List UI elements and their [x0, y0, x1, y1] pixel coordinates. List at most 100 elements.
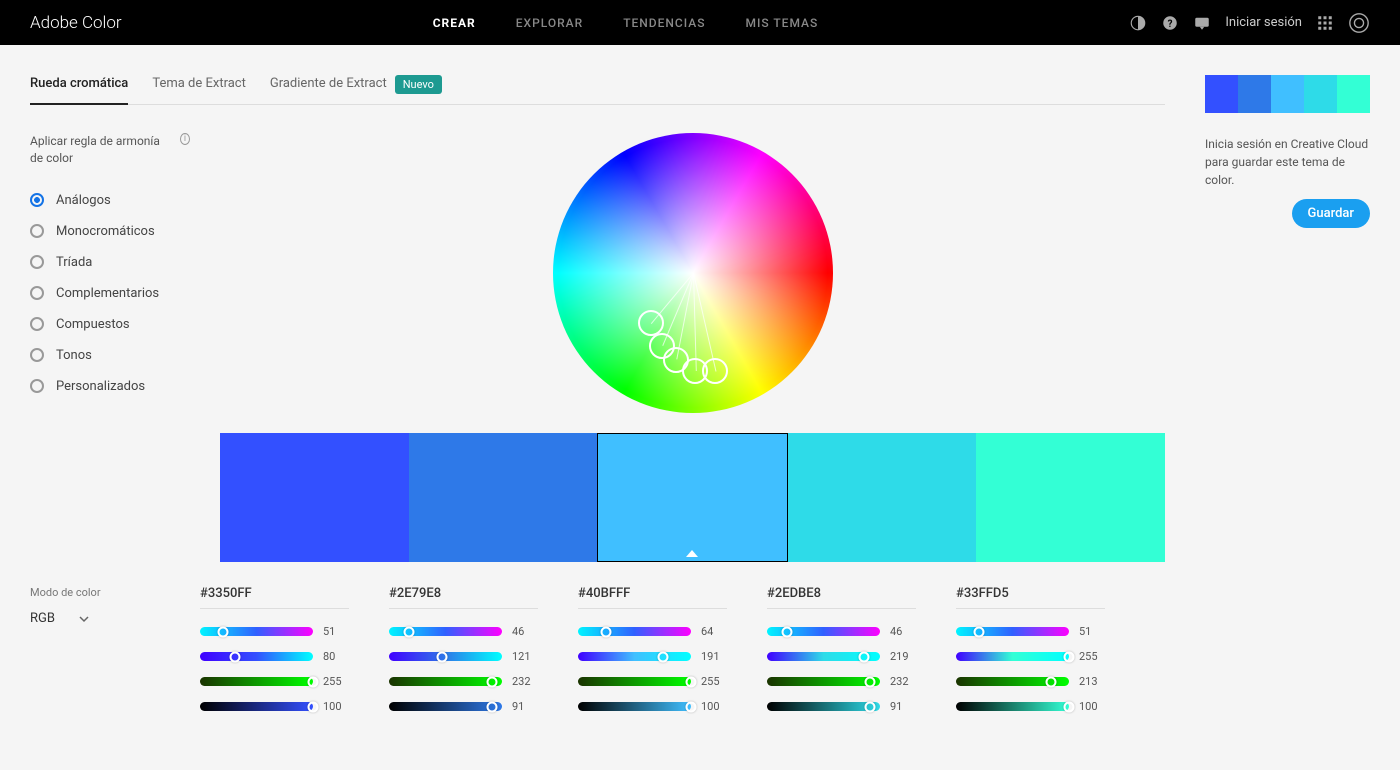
- mode-select[interactable]: RGB: [30, 611, 200, 626]
- slider-value: 46: [512, 625, 538, 638]
- radio-icon: [30, 255, 44, 269]
- slider-1[interactable]: [200, 652, 313, 661]
- theme-icon[interactable]: [1129, 14, 1147, 32]
- preview-swatch: [1205, 75, 1238, 113]
- slider-value: 232: [512, 675, 538, 688]
- slider-value: 255: [1079, 650, 1105, 663]
- slider-2[interactable]: [200, 677, 313, 686]
- radio-icon: [30, 348, 44, 362]
- slider-value: 213: [1079, 675, 1105, 688]
- slider-1[interactable]: [578, 652, 691, 661]
- hex-input[interactable]: #40BFFF: [578, 586, 727, 609]
- slider-value: 51: [323, 625, 349, 638]
- control-col-2: #40BFFF 64 191 255 100: [578, 586, 767, 725]
- radio-icon: [30, 286, 44, 300]
- slider-value: 91: [890, 700, 916, 713]
- nav-mis temas[interactable]: MIS TEMAS: [746, 16, 819, 30]
- slider-1[interactable]: [767, 652, 880, 661]
- slider-value: 121: [512, 650, 538, 663]
- preview-swatch: [1304, 75, 1337, 113]
- slider-3[interactable]: [956, 702, 1069, 711]
- swatch-4[interactable]: [976, 433, 1165, 562]
- slider-0[interactable]: [767, 627, 880, 636]
- rule-tríada[interactable]: Tríada: [30, 255, 190, 270]
- rule-label: Tonos: [56, 348, 92, 363]
- slider-1[interactable]: [956, 652, 1069, 661]
- wheel-handle-4[interactable]: [702, 358, 728, 384]
- main-nav: CREAR EXPLORAR TENDENCIAS MIS TEMAS: [122, 16, 1130, 30]
- rule-label: Personalizados: [56, 379, 145, 394]
- info-icon[interactable]: i: [180, 133, 190, 145]
- slider-value: 64: [701, 625, 727, 638]
- slider-value: 232: [890, 675, 916, 688]
- new-badge: Nuevo: [395, 75, 442, 94]
- rule-tonos[interactable]: Tonos: [30, 348, 190, 363]
- swatch-1[interactable]: [409, 433, 598, 562]
- tab-1[interactable]: Tema de Extract: [152, 76, 246, 103]
- slider-3[interactable]: [200, 702, 313, 711]
- tab-2[interactable]: Gradiente de Extract: [270, 76, 387, 103]
- radio-icon: [30, 379, 44, 393]
- hex-input[interactable]: #3350FF: [200, 586, 349, 609]
- rule-compuestos[interactable]: Compuestos: [30, 317, 190, 332]
- slider-0[interactable]: [956, 627, 1069, 636]
- chat-icon[interactable]: [1193, 14, 1211, 32]
- swatch-0[interactable]: [220, 433, 409, 562]
- color-wheel[interactable]: [553, 133, 833, 413]
- slider-value: 255: [701, 675, 727, 688]
- preview-swatch: [1238, 75, 1271, 113]
- hex-input[interactable]: #2E79E8: [389, 586, 538, 609]
- slider-value: 51: [1079, 625, 1105, 638]
- signin-link[interactable]: Iniciar sesión: [1225, 15, 1302, 30]
- control-col-3: #2EDBE8 46 219 232 91: [767, 586, 956, 725]
- rule-monocromáticos[interactable]: Monocromáticos: [30, 224, 190, 239]
- help-icon[interactable]: ?: [1161, 14, 1179, 32]
- slider-0[interactable]: [389, 627, 502, 636]
- tab-0[interactable]: Rueda cromática: [30, 76, 128, 105]
- apps-icon[interactable]: [1316, 14, 1334, 32]
- slider-0[interactable]: [200, 627, 313, 636]
- slider-value: 191: [701, 650, 727, 663]
- slider-value: 255: [323, 675, 349, 688]
- nav-crear[interactable]: CREAR: [433, 16, 476, 30]
- rule-complementarios[interactable]: Complementarios: [30, 286, 190, 301]
- cc-icon[interactable]: [1348, 12, 1370, 34]
- control-col-1: #2E79E8 46 121 232 91: [389, 586, 578, 725]
- slider-1[interactable]: [389, 652, 502, 661]
- slider-3[interactable]: [578, 702, 691, 711]
- brand-title: Adobe Color: [30, 13, 122, 33]
- slider-value: 100: [323, 700, 349, 713]
- swatch-2[interactable]: [597, 433, 788, 562]
- rule-personalizados[interactable]: Personalizados: [30, 379, 190, 394]
- slider-value: 80: [323, 650, 349, 663]
- nav-tendencias[interactable]: TENDENCIAS: [623, 16, 705, 30]
- mode-label: Modo de color: [30, 586, 200, 599]
- radio-icon: [30, 193, 44, 207]
- slider-2[interactable]: [389, 677, 502, 686]
- slider-3[interactable]: [389, 702, 502, 711]
- slider-3[interactable]: [767, 702, 880, 711]
- slider-value: 91: [512, 700, 538, 713]
- rule-label: Tríada: [56, 255, 92, 270]
- save-button[interactable]: Guardar: [1292, 199, 1371, 228]
- slider-2[interactable]: [956, 677, 1069, 686]
- slider-2[interactable]: [767, 677, 880, 686]
- swatch-3[interactable]: [788, 433, 977, 562]
- preview-swatch: [1337, 75, 1370, 113]
- rule-label: Análogos: [56, 193, 111, 208]
- rule-análogos[interactable]: Análogos: [30, 193, 190, 208]
- slider-value: 100: [1079, 700, 1105, 713]
- slider-value: 46: [890, 625, 916, 638]
- control-col-4: #33FFD5 51 255 213 100: [956, 586, 1145, 725]
- slider-value: 219: [890, 650, 916, 663]
- slider-0[interactable]: [578, 627, 691, 636]
- slider-2[interactable]: [578, 677, 691, 686]
- chevron-down-icon: [79, 614, 89, 624]
- rule-label: Compuestos: [56, 317, 130, 332]
- nav-explorar[interactable]: EXPLORAR: [516, 16, 583, 30]
- rule-label: Monocromáticos: [56, 224, 155, 239]
- svg-text:?: ?: [1168, 18, 1173, 29]
- hex-input[interactable]: #33FFD5: [956, 586, 1105, 609]
- slider-value: 100: [701, 700, 727, 713]
- hex-input[interactable]: #2EDBE8: [767, 586, 916, 609]
